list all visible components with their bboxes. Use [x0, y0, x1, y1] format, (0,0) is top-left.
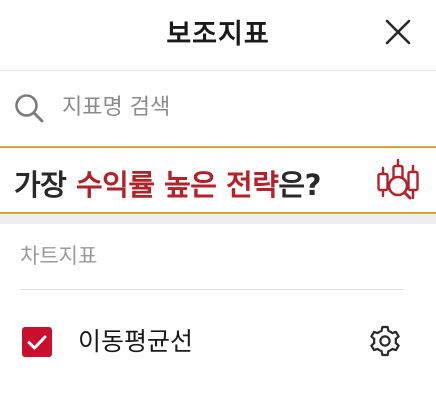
banner-text-part2: 은?	[278, 168, 321, 202]
close-button[interactable]	[383, 17, 413, 47]
banner-text: 가장 수익률 높은 전략은?	[14, 162, 321, 204]
page-title: 보조지표	[166, 19, 270, 50]
indicator-checkbox[interactable]	[22, 327, 52, 357]
settings-button[interactable]	[368, 324, 402, 358]
close-icon	[385, 19, 411, 45]
header: 보조지표	[0, 0, 436, 66]
section-gap	[0, 214, 436, 224]
indicator-panel: 보조지표 가장 수익률 높은 전략은?	[0, 0, 436, 394]
list-item[interactable]: 이동평균선	[0, 300, 436, 384]
banner-text-accent: 수익률 높은 전략	[75, 168, 279, 202]
strategy-chart-icon	[377, 158, 419, 200]
gear-icon	[370, 325, 400, 357]
section-title: 차트지표	[20, 244, 98, 268]
checkmark-icon	[27, 335, 47, 350]
indicator-label: 이동평균선	[78, 327, 194, 356]
search-bar	[0, 71, 436, 143]
banner-text-part1: 가장	[14, 168, 76, 202]
search-input[interactable]	[62, 87, 412, 127]
strategy-banner[interactable]: 가장 수익률 높은 전략은?	[0, 146, 436, 214]
section-divider	[20, 289, 404, 290]
search-icon	[15, 94, 44, 123]
